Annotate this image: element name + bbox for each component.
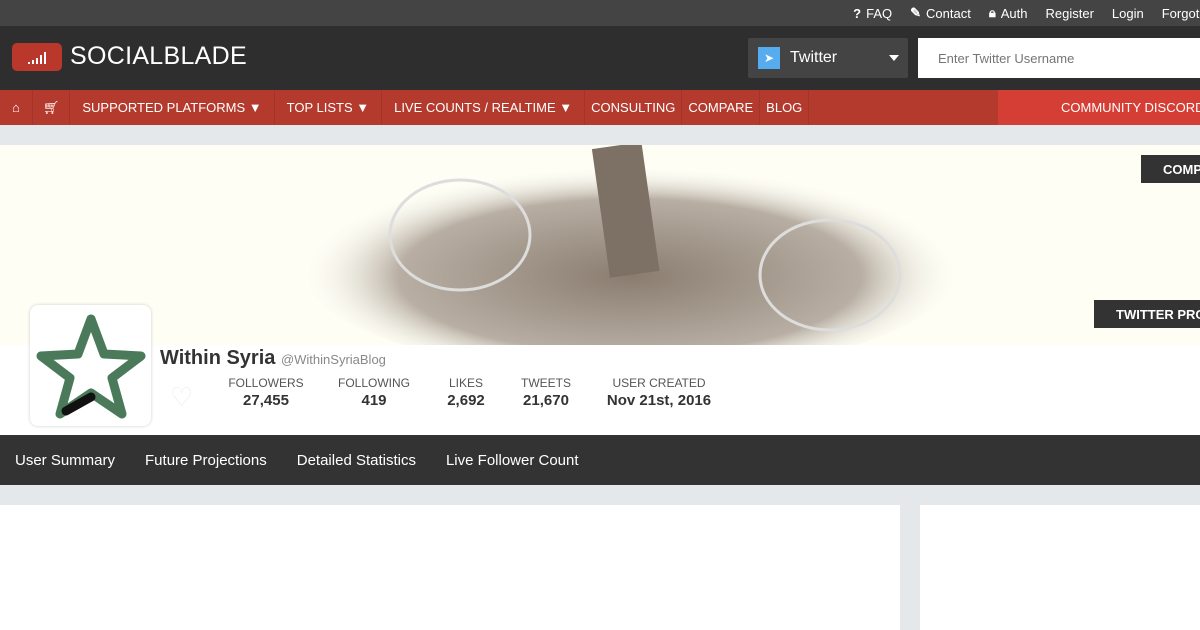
main-nav: ⌂ 🛒︎ SUPPORTED PLATFORMS ▼ TOP LISTS ▼ L…: [0, 90, 1200, 125]
compare-button[interactable]: COMPARE: [1141, 155, 1200, 183]
header: SOCIALBLADE ➤ Twitter: [0, 26, 1200, 90]
tab-future-projections[interactable]: Future Projections: [145, 452, 267, 469]
stat-followers: FOLLOWERS 27,455: [228, 376, 304, 409]
twitter-profile-button[interactable]: TWITTER PROFILE: [1094, 300, 1200, 328]
profile-banner: COMPARE TWITTER PROFILE: [0, 145, 1200, 345]
forgot-password-link[interactable]: Forgot Password: [1162, 6, 1200, 21]
platform-select[interactable]: ➤ Twitter: [748, 38, 908, 78]
nav-blog[interactable]: BLOG: [760, 90, 810, 125]
profile-handle: @WithinSyriaBlog: [280, 352, 386, 367]
chevron-down-icon: [889, 55, 899, 66]
star-logo-icon: [36, 314, 145, 418]
profile-name: Within Syria @WithinSyriaBlog: [160, 347, 386, 369]
sidebar-panel: [920, 505, 1200, 630]
auth-link[interactable]: 🔒︎ Auth: [989, 5, 1028, 21]
nav-live-counts[interactable]: LIVE COUNTS / REALTIME ▼: [382, 90, 586, 125]
logo[interactable]: SOCIALBLADE: [12, 42, 247, 71]
contact-link[interactable]: ✎ Contact: [910, 5, 971, 21]
tab-live-follower-count[interactable]: Live Follower Count: [446, 452, 579, 469]
lock-icon: 🔒︎: [988, 5, 996, 20]
faq-link[interactable]: ? FAQ: [853, 6, 892, 21]
stat-following: FOLLOWING 419: [337, 376, 410, 409]
top-bar: ? FAQ ✎ Contact 🔒︎ Auth Register Login Forg…: [0, 0, 1200, 26]
register-link[interactable]: Register: [1046, 6, 1094, 21]
stat-user-created: USER CREATED Nov 21st, 2016: [606, 376, 712, 409]
stat-likes: LIKES 2,692: [447, 376, 485, 409]
ticket-icon: ✎: [910, 5, 922, 20]
cart-icon[interactable]: 🛒︎: [33, 90, 71, 125]
favorite-heart-icon[interactable]: ♡: [170, 382, 193, 413]
avatar: [30, 305, 151, 426]
search-input[interactable]: [918, 38, 1200, 78]
profile-tabs: User Summary Future Projections Detailed…: [0, 435, 1200, 485]
logo-icon: [12, 42, 62, 71]
nav-consulting[interactable]: CONSULTING: [585, 90, 683, 125]
tab-user-summary[interactable]: User Summary: [15, 452, 115, 469]
banner-image: [300, 145, 960, 345]
question-icon: ?: [853, 5, 862, 21]
nav-community-discord[interactable]: COMMUNITY DISCORD: [998, 90, 1200, 125]
home-icon[interactable]: ⌂: [0, 90, 33, 125]
nav-top-lists[interactable]: TOP LISTS ▼: [275, 90, 383, 125]
login-link[interactable]: Login: [1112, 6, 1144, 21]
tab-detailed-statistics[interactable]: Detailed Statistics: [297, 452, 416, 469]
nav-compare[interactable]: COMPARE: [682, 90, 761, 125]
main-content-panel: [0, 505, 900, 630]
nav-supported-platforms[interactable]: SUPPORTED PLATFORMS ▼: [70, 90, 275, 125]
twitter-icon: ➤: [758, 47, 780, 69]
stat-tweets: TWEETS 21,670: [521, 376, 571, 409]
